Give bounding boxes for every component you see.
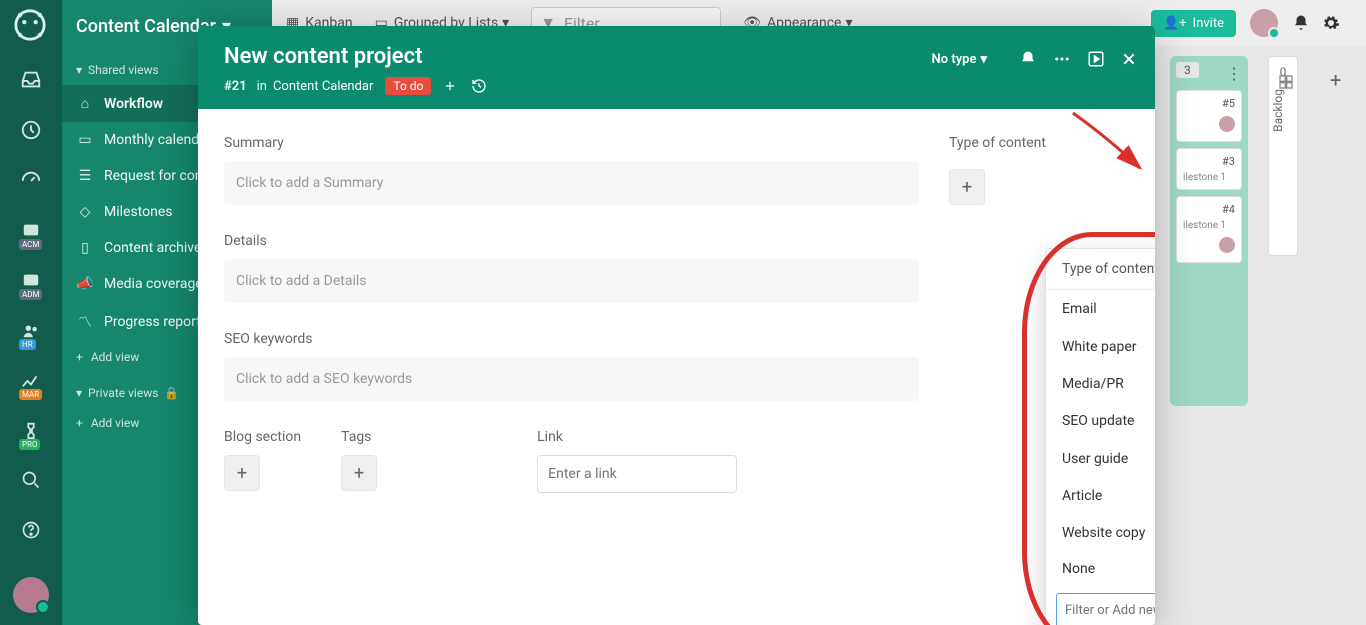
rail-workspace-adm-icon[interactable]: ADM: [13, 262, 49, 298]
modal-breadcrumb: #21 in Content Calendar To do: [224, 77, 1129, 95]
link-label: Link: [537, 429, 737, 445]
blog-section-label: Blog section: [224, 429, 301, 445]
tags-label: Tags: [341, 429, 377, 445]
popover-option[interactable]: None: [1046, 551, 1155, 587]
settings-icon[interactable]: [1322, 14, 1340, 32]
assignee-avatar: [1219, 237, 1235, 253]
list-icon: ☰: [76, 168, 94, 184]
popover-option[interactable]: Media/PR: [1046, 366, 1155, 402]
summary-label: Summary: [224, 135, 919, 151]
rail-inbox-icon[interactable]: [13, 62, 49, 98]
popover-option[interactable]: Website copy: [1046, 515, 1155, 551]
popover-option[interactable]: SEO update★: [1046, 402, 1155, 440]
popover-option[interactable]: User guide?: [1046, 440, 1155, 477]
chart-icon: 〽: [76, 312, 94, 332]
topbar-user-avatar[interactable]: [1250, 9, 1278, 37]
details-label: Details: [224, 233, 919, 249]
modal-body: Summary Click to add a Summary Details C…: [198, 109, 1155, 519]
kanban-card[interactable]: #4 ilestone 1: [1176, 196, 1242, 263]
archive-icon: ▯: [76, 240, 94, 256]
rail-dashboard-icon[interactable]: [13, 162, 49, 198]
kanban-column: 3 ⋮ #5 #3 ilestone 1 #4 ilestone 1: [1170, 56, 1248, 406]
notifications-icon[interactable]: [1292, 14, 1310, 32]
popover-option[interactable]: White paper▯: [1046, 328, 1155, 366]
tags-add[interactable]: +: [341, 455, 377, 491]
column-menu-icon[interactable]: ⋮: [1226, 64, 1242, 83]
close-icon[interactable]: [1121, 51, 1137, 67]
rail-workspace-pro-icon[interactable]: PRO: [13, 412, 49, 448]
history-icon[interactable]: [471, 78, 487, 94]
user-plus-icon: 👤+: [1163, 16, 1187, 31]
type-dropdown[interactable]: No type▾: [932, 52, 987, 67]
rail-workspace-hr-icon[interactable]: HR: [13, 312, 49, 348]
rail-clock-icon[interactable]: [13, 112, 49, 148]
play-icon[interactable]: [1087, 50, 1105, 68]
popover-option[interactable]: Article▭: [1046, 477, 1155, 515]
rail-workspace-mar-icon[interactable]: MAR: [13, 362, 49, 398]
rail-user-avatar[interactable]: [13, 577, 49, 613]
more-icon[interactable]: [1053, 50, 1071, 68]
workspace-title-text: Content Calendar: [76, 16, 216, 37]
popover-option[interactable]: Email@: [1046, 290, 1155, 328]
subscribe-icon[interactable]: [1019, 50, 1037, 68]
summary-input[interactable]: Click to add a Summary: [224, 161, 919, 205]
seo-input[interactable]: Click to add a SEO keywords: [224, 357, 919, 401]
app-logo[interactable]: [13, 8, 49, 44]
task-modal: New content project #21 in Content Calen…: [198, 26, 1155, 625]
popover-filter-input[interactable]: [1056, 593, 1155, 625]
type-of-content-label: Type of content: [949, 135, 1129, 151]
rail-help-icon[interactable]: [13, 512, 49, 548]
link-input[interactable]: [537, 455, 737, 493]
modal-header: New content project #21 in Content Calen…: [198, 26, 1155, 109]
assignee-avatar: [1219, 116, 1235, 132]
rail-search-icon[interactable]: [13, 462, 49, 498]
kanban-card[interactable]: #5: [1176, 90, 1242, 142]
milestone-icon: ◇: [76, 204, 94, 220]
add-icon[interactable]: [443, 79, 457, 93]
bullhorn-icon: 📣: [76, 276, 94, 292]
invite-button[interactable]: 👤+Invite: [1151, 10, 1236, 37]
status-chip[interactable]: To do: [385, 77, 431, 95]
project-link[interactable]: Content Calendar: [273, 79, 373, 94]
type-of-content-popover: Type of content ⋮ Email@White paper▯Medi…: [1045, 248, 1155, 625]
modal-header-actions: No type▾: [932, 50, 1137, 68]
column-count: 3: [1176, 62, 1199, 78]
seo-label: SEO keywords: [224, 331, 919, 347]
task-number: #21: [224, 79, 247, 94]
nav-rail: ACM ADM HR MAR PRO: [0, 0, 62, 625]
rail-workspace-acm-icon[interactable]: ACM: [13, 212, 49, 248]
blog-section-add[interactable]: +: [224, 455, 260, 491]
lock-icon: 🔒: [164, 386, 179, 400]
kanban-card[interactable]: #3 ilestone 1: [1176, 148, 1242, 190]
details-input[interactable]: Click to add a Details: [224, 259, 919, 303]
type-of-content-add[interactable]: +: [949, 169, 985, 205]
calendar-icon: ▭: [76, 132, 94, 148]
add-column-icon[interactable]: +: [1330, 68, 1341, 92]
popover-title: Type of content: [1062, 261, 1155, 277]
layout-icon[interactable]: [1278, 74, 1294, 90]
home-icon: ⌂: [76, 95, 94, 112]
